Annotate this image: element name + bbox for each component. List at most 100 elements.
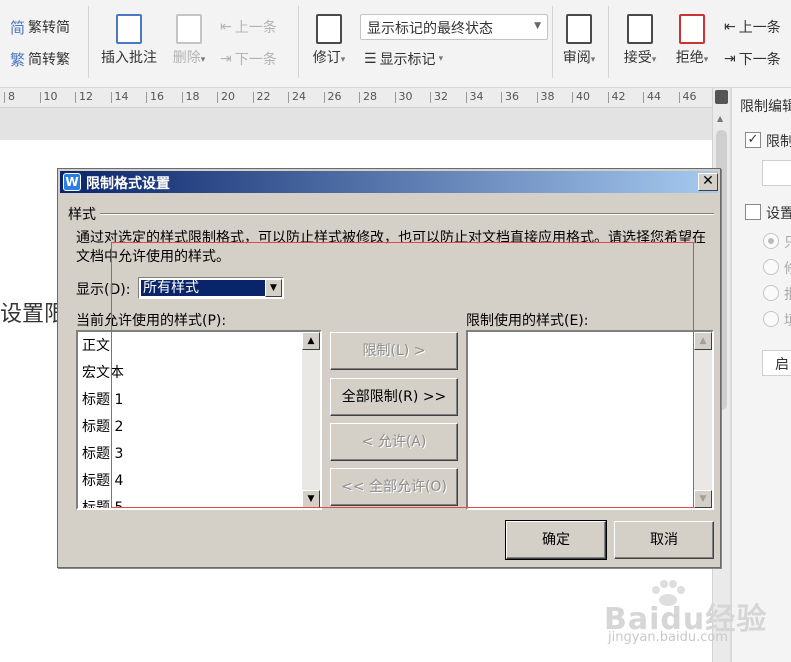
simp-trad-icon: 繁 [10,50,26,69]
start-enforcing-button[interactable]: 启 [762,350,791,376]
next-change-icon: ⇥ [724,51,736,67]
restrict-button[interactable]: 限制(L) > [330,332,458,370]
ribbon-divider [298,6,299,78]
radio-label: 批 [784,284,791,304]
style-list-item[interactable]: 宏文本 [82,362,124,382]
horizontal-ruler[interactable]: 8 10 12 14 16 18 20 22 24 26 28 30 32 34 36 38 40 42 44 46 [0,88,712,108]
style-list-item[interactable]: 正文 [82,335,110,355]
ruler-tick [607,92,609,103]
ruler-tick [359,92,360,103]
ruler-tick [146,92,147,103]
ruler-tick [4,92,5,103]
display-label: 显示(D): [76,282,131,298]
style-list-item[interactable]: 标题 2 [82,416,123,436]
next-comment-icon: ⇥ [220,51,232,67]
delete-comment-button[interactable]: 删除▾ [168,14,210,67]
revise-button[interactable]: 修订▾ [306,14,352,67]
ruler-label: 8 [8,90,15,103]
next-comment-button[interactable]: ⇥ 下一条 [220,48,277,70]
accept-button[interactable]: 接受▾ [616,14,664,67]
allowed-styles-label: 当前允许使用的样式(P): [76,313,227,329]
radio-label: 修 [784,258,791,278]
ruler-label: 10 [43,90,58,103]
radio-option[interactable] [763,233,779,249]
ruler-label: 14 [114,90,129,103]
radio-label: 只 [784,232,791,252]
allow-button[interactable]: < 允许(A) [330,423,458,461]
display-dropdown[interactable]: 所有样式 ▼ [138,277,284,299]
editing-restriction-label: 设置 [766,206,791,222]
chevron-down-icon: ▼ [534,21,541,31]
ruler-tick [536,92,538,103]
ruler-label: 42 [611,90,626,103]
ribbon-toolbar: 简 繁转简 繁 简转繁 插入批注 删除▾ ⇤ 上一条 ⇥ 下一条 修订▾ 显示标… [0,0,791,88]
ruler-label: 36 [505,90,519,103]
revise-icon [316,14,342,44]
delete-comment-icon [176,14,202,44]
next-change-button[interactable]: ⇥ 下一条 [724,48,781,70]
radio-option[interactable] [763,285,779,301]
radio-option[interactable] [763,259,779,275]
trad-to-simp-button[interactable]: 简 繁转简 [10,16,70,38]
dialog-titlebar[interactable]: W 限制格式设置 ✕ [60,171,718,193]
ruler-label: 20 [221,90,235,103]
ruler-label: 28 [363,90,377,103]
insert-comment-button[interactable]: 插入批注 [98,14,160,67]
style-list-item[interactable]: 标题 5 [82,497,123,508]
chevron-down-icon[interactable]: ▼ [265,279,282,297]
restricted-styles-list[interactable]: ▲ ▼ [466,330,714,510]
restricted-list-scrollbar[interactable]: ▲ ▼ [694,332,712,508]
radio-option[interactable] [763,311,779,327]
scroll-up-icon[interactable]: ▲ [694,332,712,350]
dialog-description: 通过对选定的样式限制格式，可以防止样式被修改，也可以防止对文档直接应用格式。请选… [76,230,706,265]
pane-settings-button[interactable] [762,160,791,186]
prev-comment-icon: ⇤ [220,19,232,35]
style-list-item[interactable]: 标题 4 [82,470,123,490]
review-icon [566,14,592,44]
ok-button[interactable]: 确定 [505,520,607,560]
style-list-item[interactable]: 标题 3 [82,443,123,463]
ruler-tick [110,92,112,103]
ruler-label: 46 [682,90,697,103]
ruler-tick [572,92,573,103]
close-button[interactable]: ✕ [698,173,718,191]
reject-button[interactable]: 拒绝▾ [668,14,716,67]
allowed-styles-list[interactable]: ▲ ▼ 正文宏文本标题 1 标题 2 标题 3 标题 4 标题 5 [76,330,322,510]
close-icon: ✕ [702,173,714,189]
allow-all-button[interactable]: << 全部允许(O) [330,468,458,506]
display-selected-value: 所有样式 [141,280,265,296]
ruler-tick [75,92,76,103]
ruler-tick [678,92,680,103]
ruler-tick [181,92,183,103]
scroll-down-icon[interactable]: ▼ [302,490,320,508]
cancel-button[interactable]: 取消 [614,521,714,559]
style-list-item[interactable]: 标题 1 [82,389,123,409]
show-markup-button[interactable]: ☰ 显示标记 ▾ [364,48,443,70]
ruler-label: 30 [398,90,413,103]
ribbon-divider [608,6,609,78]
prev-change-button[interactable]: ⇤ 上一条 [724,16,781,38]
restrict-all-button[interactable]: 全部限制(R) >> [330,378,458,416]
review-button[interactable]: 审阅▾ [556,14,602,67]
styles-group-label: 样式 [68,207,96,223]
insert-comment-icon [116,14,142,44]
prev-change-icon: ⇤ [724,19,736,35]
ruler-label: 44 [647,90,661,103]
ruler-label: 26 [327,90,342,103]
dialog-title: 限制格式设置 [86,176,170,192]
editing-restriction-checkbox[interactable] [745,204,761,220]
ruler-tick [430,92,431,103]
ruler-tick [217,92,218,103]
restricted-styles-label: 限制使用的样式(E): [466,313,589,329]
allowed-list-scrollbar[interactable]: ▲ ▼ [302,332,320,508]
markup-state-dropdown[interactable]: 显示标记的最终状态 ▼ [360,14,548,40]
prev-comment-button[interactable]: ⇤ 上一条 [220,16,277,38]
scroll-up-icon[interactable]: ▲ [302,332,320,350]
scroll-down-icon[interactable]: ▼ [694,490,712,508]
restrict-format-checkbox[interactable]: ✓ [745,132,761,148]
scroll-up-icon[interactable]: ▲ [717,114,723,123]
baidu-jingyan-watermark: Baidu经验 jingyan.baidu.com [586,580,786,660]
watermark-url: jingyan.baidu.com [608,630,728,645]
simp-to-trad-button[interactable]: 繁 简转繁 [10,48,70,70]
ruler-toggle-icon[interactable] [715,90,728,104]
